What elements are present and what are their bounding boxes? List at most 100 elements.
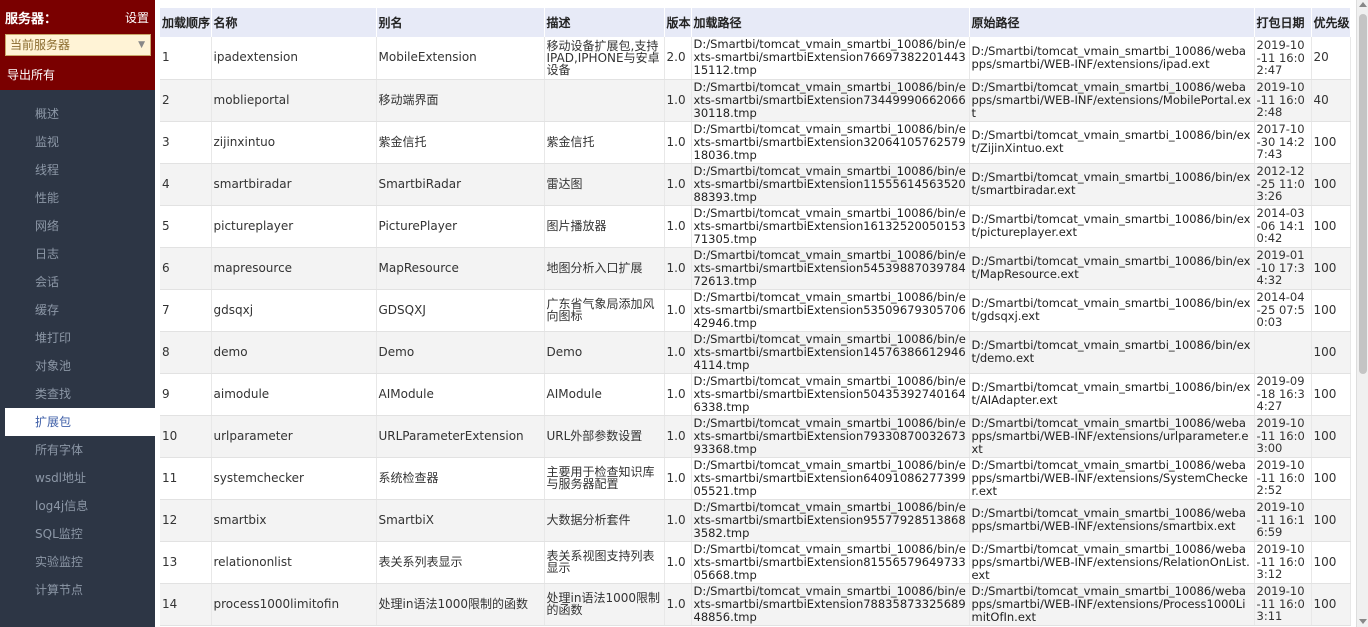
header-desc[interactable]: 描述 xyxy=(544,8,665,37)
cell-orig-path: D:/Smartbi/tomcat_vmain_smartbi_10086/we… xyxy=(969,79,1255,122)
server-select[interactable]: 当前服务器 ▼ xyxy=(5,34,151,56)
sidebar-item[interactable]: 实验监控 xyxy=(0,548,155,576)
header-date[interactable]: 打包日期 xyxy=(1254,8,1312,37)
scroll-down-icon[interactable] xyxy=(1359,619,1367,624)
cell-name: process1000limitofin xyxy=(211,583,377,626)
cell-desc: 紫金信托 xyxy=(544,121,665,164)
cell-name: moblieportal xyxy=(211,79,377,122)
vertical-scrollbar[interactable] xyxy=(1356,0,1368,627)
sidebar-item[interactable]: 类查找 xyxy=(0,380,155,408)
table-row[interactable]: 3 zijinxintuo 紫金信托 紫金信托 1.0 D:/Smartbi/tomcat… xyxy=(160,121,1351,164)
cell-load-path: D:/Smartbi/tomcat_vmain_smartbi_10086/bi… xyxy=(691,415,970,458)
cell-version: 1.0 xyxy=(664,457,692,500)
table-row[interactable]: 13 relationonlist 表关系列表显示 表关系视图支持列表显示 1.0 D:/… xyxy=(160,541,1351,584)
cell-name: mapresource xyxy=(211,247,377,290)
sidebar-item[interactable]: 概述 xyxy=(0,100,155,128)
cell-desc: 大数据分析套件 xyxy=(544,499,665,542)
sidebar-nav: 概述 监视 线程 性能 网络 日志 会话 缓存 堆打印 对象池 类查找 扩展包 所有字体 wsdl地址 lo… xyxy=(0,100,155,604)
header-version[interactable]: 版本 xyxy=(664,8,692,37)
header-name[interactable]: 名称 xyxy=(211,8,377,37)
cell-load-path: D:/Smartbi/tomcat_vmain_smartbi_10086/bi… xyxy=(691,499,970,542)
header-load-path[interactable]: 加载路径 xyxy=(691,8,970,37)
table-row[interactable]: 9 aimodule AIModule AIModule 1.0 D:/Smartbi/t… xyxy=(160,373,1351,416)
cell-alias: SmartbiRadar xyxy=(376,163,545,206)
cell-alias: 处理in语法1000限制的函数 xyxy=(376,583,545,626)
cell-order: 1 xyxy=(160,37,212,80)
sidebar-item[interactable]: wsdl地址 xyxy=(0,464,155,492)
header-orig-path[interactable]: 原始路径 xyxy=(969,8,1255,37)
cell-orig-path: D:/Smartbi/tomcat_vmain_smartbi_10086/bi… xyxy=(969,205,1255,248)
cell-date: 2019-10-11 16:02:47 xyxy=(1254,37,1312,80)
cell-name: aimodule xyxy=(211,373,377,416)
table-row[interactable]: 10 urlparameter URLParameterExtension URL外部… xyxy=(160,415,1351,458)
cell-version: 1.0 xyxy=(664,247,692,290)
cell-priority: 100 xyxy=(1311,163,1351,206)
table-row[interactable]: 8 demo Demo Demo 1.0 D:/Smartbi/tomcat_vmain_… xyxy=(160,331,1351,374)
cell-order: 5 xyxy=(160,205,212,248)
cell-date: 2019-10-11 16:03:00 xyxy=(1254,415,1312,458)
cell-desc: 处理in语法1000限制的函数 xyxy=(544,583,665,626)
cell-order: 7 xyxy=(160,289,212,332)
table-row[interactable]: 14 process1000limitofin 处理in语法1000限制的函数 处理i… xyxy=(160,583,1351,626)
cell-load-path: D:/Smartbi/tomcat_vmain_smartbi_10086/bi… xyxy=(691,79,970,122)
cell-alias: PicturePlayer xyxy=(376,205,545,248)
cell-order: 11 xyxy=(160,457,212,500)
cell-desc: 图片播放器 xyxy=(544,205,665,248)
cell-orig-path: D:/Smartbi/tomcat_vmain_smartbi_10086/we… xyxy=(969,583,1255,626)
cell-priority: 100 xyxy=(1311,373,1351,416)
cell-order: 14 xyxy=(160,583,212,626)
cell-desc: 雷达图 xyxy=(544,163,665,206)
cell-order: 3 xyxy=(160,121,212,164)
cell-orig-path: D:/Smartbi/tomcat_vmain_smartbi_10086/bi… xyxy=(969,121,1255,164)
sidebar-item[interactable]: 扩展包 xyxy=(5,408,155,436)
cell-name: demo xyxy=(211,331,377,374)
sidebar-item[interactable]: 网络 xyxy=(0,212,155,240)
sidebar-item[interactable]: 堆打印 xyxy=(0,324,155,352)
header-alias[interactable]: 别名 xyxy=(376,8,545,37)
header-order[interactable]: 加载顺序 xyxy=(160,8,212,37)
cell-name: urlparameter xyxy=(211,415,377,458)
cell-date: 2019-10-11 16:02:48 xyxy=(1254,79,1312,122)
table-row[interactable]: 7 gdsqxj GDSQXJ 广东省气象局添加风向图标 1.0 D:/Smartbi/t… xyxy=(160,289,1351,332)
cell-name: ipadextension xyxy=(211,37,377,80)
cell-desc: URL外部参数设置 xyxy=(544,415,665,458)
scroll-thumb[interactable] xyxy=(1359,14,1367,374)
cell-alias: MapResource xyxy=(376,247,545,290)
table-row[interactable]: 6 mapresource MapResource 地图分析入口扩展 1.0 D:/Sma… xyxy=(160,247,1351,290)
cell-date: 2014-04-25 07:50:03 xyxy=(1254,289,1312,332)
sidebar-item[interactable]: SQL监控 xyxy=(0,520,155,548)
cell-version: 1.0 xyxy=(664,163,692,206)
sidebar-item[interactable]: 会话 xyxy=(0,268,155,296)
scroll-up-icon[interactable] xyxy=(1359,2,1367,7)
settings-link[interactable]: 设置 xyxy=(125,9,149,26)
sidebar-item[interactable]: 对象池 xyxy=(0,352,155,380)
table-row[interactable]: 4 smartbiradar SmartbiRadar 雷达图 1.0 D:/Smartb… xyxy=(160,163,1351,206)
sidebar-item[interactable]: log4j信息 xyxy=(0,492,155,520)
cell-name: smartbiradar xyxy=(211,163,377,206)
table-row[interactable]: 2 moblieportal 移动端界面 1.0 D:/Smartbi/tomcat_v… xyxy=(160,79,1351,122)
cell-orig-path: D:/Smartbi/tomcat_vmain_smartbi_10086/we… xyxy=(969,415,1255,458)
cell-alias: Demo xyxy=(376,331,545,374)
table-row[interactable]: 5 pictureplayer PicturePlayer 图片播放器 1.0 D:/Sm… xyxy=(160,205,1351,248)
table-row[interactable]: 1 ipadextension MobileExtension 移动设备扩展包,支持I… xyxy=(160,37,1351,80)
cell-load-path: D:/Smartbi/tomcat_vmain_smartbi_10086/bi… xyxy=(691,457,970,500)
sidebar-item[interactable]: 线程 xyxy=(0,156,155,184)
extensions-table: 加载顺序 名称 别名 描述 版本 加载路径 原始路径 打包日期 优先级 1 ipa… xyxy=(160,8,1351,626)
header-priority[interactable]: 优先级 xyxy=(1311,8,1351,37)
sidebar-item[interactable]: 计算节点 xyxy=(0,576,155,604)
table-row[interactable]: 12 smartbix SmartbiX 大数据分析套件 1.0 D:/Smartbi/t… xyxy=(160,499,1351,542)
sidebar-item[interactable]: 监视 xyxy=(0,128,155,156)
cell-version: 1.0 xyxy=(664,373,692,416)
sidebar-item[interactable]: 日志 xyxy=(0,240,155,268)
cell-load-path: D:/Smartbi/tomcat_vmain_smartbi_10086/bi… xyxy=(691,373,970,416)
cell-date: 2012-12-25 11:03:26 xyxy=(1254,163,1312,206)
cell-load-path: D:/Smartbi/tomcat_vmain_smartbi_10086/bi… xyxy=(691,205,970,248)
sidebar-item[interactable]: 所有字体 xyxy=(0,436,155,464)
export-all-link[interactable]: 导出所有 xyxy=(7,66,55,83)
cell-version: 2.0 xyxy=(664,37,692,80)
cell-priority: 20 xyxy=(1311,37,1351,80)
table-row[interactable]: 11 systemchecker 系统检查器 主要用于检查知识库与服务器配置 1.0 D:… xyxy=(160,457,1351,500)
sidebar-item[interactable]: 性能 xyxy=(0,184,155,212)
sidebar-item[interactable]: 缓存 xyxy=(0,296,155,324)
cell-priority: 100 xyxy=(1311,499,1351,542)
